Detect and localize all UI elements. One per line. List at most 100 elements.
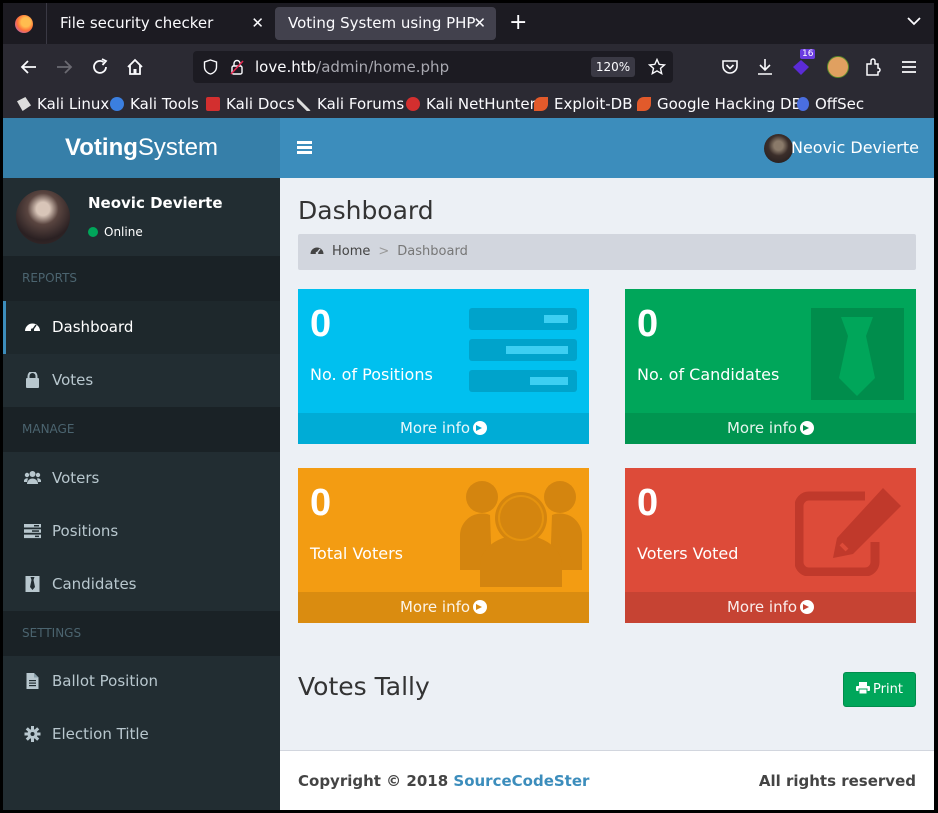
sidebar-item-label: Voters <box>52 469 100 487</box>
chevron-down-icon[interactable] <box>906 13 922 29</box>
stat-label: No. of Positions <box>310 365 433 384</box>
new-tab-button[interactable]: + <box>509 11 527 35</box>
tie-icon <box>25 576 40 592</box>
logo-bold: Voting <box>65 134 138 161</box>
bookmark-kali-forums[interactable]: Kali Forums <box>297 90 404 118</box>
bookmark-label: Kali NetHunter <box>426 95 536 113</box>
sidebar-item-label: Votes <box>52 371 94 389</box>
sidebar-item-dashboard[interactable]: Dashboard <box>3 301 280 354</box>
extension-burp-icon[interactable] <box>827 56 849 78</box>
status-label: Online <box>104 225 143 239</box>
url-path: /admin/home.php <box>316 58 450 76</box>
insecure-lock-icon[interactable] <box>230 59 244 75</box>
online-status-icon <box>88 227 98 237</box>
sourcecodester-link[interactable]: SourceCodeSter <box>453 772 589 790</box>
sidebar-toggle-icon[interactable] <box>297 141 312 154</box>
sidebar-item-label: Dashboard <box>52 318 134 336</box>
dashboard-icon <box>25 323 40 332</box>
extension-badge: 16 <box>800 49 816 59</box>
bookmark-kali-linux[interactable]: Kali Linux <box>17 90 109 118</box>
kali-dragon-icon <box>17 97 31 111</box>
shield-icon[interactable] <box>203 59 218 75</box>
navigation-toolbar: love.htb/admin/home.php 120% 16 <box>3 44 934 90</box>
tasks-icon <box>24 524 41 539</box>
lock-icon <box>26 372 39 388</box>
more-info-link[interactable]: More info <box>625 413 916 444</box>
url-text[interactable]: love.htb/admin/home.php <box>255 51 449 83</box>
dashboard-icon <box>310 247 324 255</box>
page-title: Dashboard <box>298 196 434 225</box>
back-arrow-icon[interactable] <box>19 57 39 77</box>
breadcrumb-home-link[interactable]: Home <box>332 244 370 259</box>
cog-icon <box>24 726 41 742</box>
sidebar-header-settings: SETTINGS <box>3 611 280 656</box>
url-host: love.htb <box>255 58 317 76</box>
arrow-circle-right-icon <box>800 600 815 614</box>
app-logo[interactable]: VotingSystem <box>3 118 280 178</box>
nethunter-icon <box>406 97 420 111</box>
stat-box-total-voters: 0 Total Voters More info <box>298 468 589 623</box>
address-bar[interactable]: love.htb/admin/home.php 120% <box>193 51 673 83</box>
user-status: Online <box>88 225 143 239</box>
tab-voting-system[interactable]: Voting System using PHP ✕ <box>275 7 496 40</box>
more-info-label: More info <box>726 419 798 437</box>
stat-label: No. of Candidates <box>637 365 780 384</box>
print-button[interactable]: Print <box>843 672 916 707</box>
sidebar-item-voters[interactable]: Voters <box>3 452 280 505</box>
avatar[interactable] <box>764 134 793 163</box>
extensions-icon[interactable] <box>863 57 883 77</box>
sidebar-item-label: Election Title <box>52 725 149 743</box>
tab-file-security-checker[interactable]: File security checker ✕ <box>46 3 274 44</box>
home-icon[interactable] <box>125 57 145 77</box>
firefox-icon[interactable] <box>15 15 33 33</box>
bookmark-kali-tools[interactable]: Kali Tools <box>110 90 199 118</box>
pocket-icon[interactable] <box>720 57 740 77</box>
sidebar-item-positions[interactable]: Positions <box>3 505 280 558</box>
top-navbar: Neovic Devierte <box>280 118 934 178</box>
more-info-link[interactable]: More info <box>298 592 589 623</box>
bookmark-offsec[interactable]: OffSec <box>797 90 864 118</box>
print-label: Print <box>873 682 903 697</box>
sidebar-item-candidates[interactable]: Candidates <box>3 558 280 611</box>
forward-arrow-icon[interactable] <box>54 57 74 77</box>
star-bookmark-icon[interactable] <box>648 58 666 76</box>
reload-icon[interactable] <box>90 57 110 77</box>
tasks-icon <box>469 308 577 392</box>
sidebar-item-election-title[interactable]: Election Title <box>3 708 280 761</box>
bookmark-kali-docs[interactable]: Kali Docs <box>206 90 295 118</box>
web-page: VotingSystem Neovic Devierte Neovic Devi… <box>3 118 934 810</box>
bookmark-label: Kali Forums <box>317 95 405 113</box>
close-tab-icon[interactable]: ✕ <box>251 3 264 44</box>
kali-forums-icon <box>297 97 311 111</box>
arrow-circle-right-icon <box>800 421 815 435</box>
sidebar-header-reports: REPORTS <box>3 256 280 301</box>
more-info-link[interactable]: More info <box>298 413 589 444</box>
close-tab-icon[interactable]: ✕ <box>473 7 486 40</box>
zoom-level-button[interactable]: 120% <box>591 57 635 77</box>
file-icon <box>26 673 39 689</box>
print-icon <box>856 682 871 695</box>
stat-label: Voters Voted <box>637 544 739 563</box>
stat-box-positions: 0 No. of Positions More info <box>298 289 589 444</box>
bookmark-exploit-db[interactable]: Exploit-DB <box>534 90 633 118</box>
bookmark-kali-nethunter[interactable]: Kali NetHunter <box>406 90 536 118</box>
top-user-name[interactable]: Neovic Devierte <box>791 118 919 178</box>
sidebar: Neovic Devierte Online REPORTS Dashboard… <box>3 178 280 810</box>
sidebar-item-votes[interactable]: Votes <box>3 354 280 407</box>
downloads-icon[interactable] <box>755 57 775 77</box>
browser-window: File security checker ✕ Voting System us… <box>3 3 934 810</box>
breadcrumb-current: Dashboard <box>397 244 468 259</box>
menu-icon[interactable] <box>899 57 919 77</box>
more-info-label: More info <box>399 419 471 437</box>
bookmark-ghdb[interactable]: Google Hacking DB <box>637 90 802 118</box>
user-panel: Neovic Devierte Online <box>3 178 280 256</box>
stat-value: 0 <box>637 303 659 345</box>
users-icon <box>24 471 41 484</box>
sidebar-item-label: Positions <box>52 522 119 540</box>
more-info-link[interactable]: More info <box>625 592 916 623</box>
rights-text: All rights reserved <box>758 772 916 790</box>
stat-value: 0 <box>310 303 332 345</box>
extension-foxyproxy-icon[interactable]: 16 <box>791 49 816 77</box>
breadcrumb: Home > Dashboard <box>298 234 916 270</box>
sidebar-item-ballot-position[interactable]: Ballot Position <box>3 655 280 708</box>
